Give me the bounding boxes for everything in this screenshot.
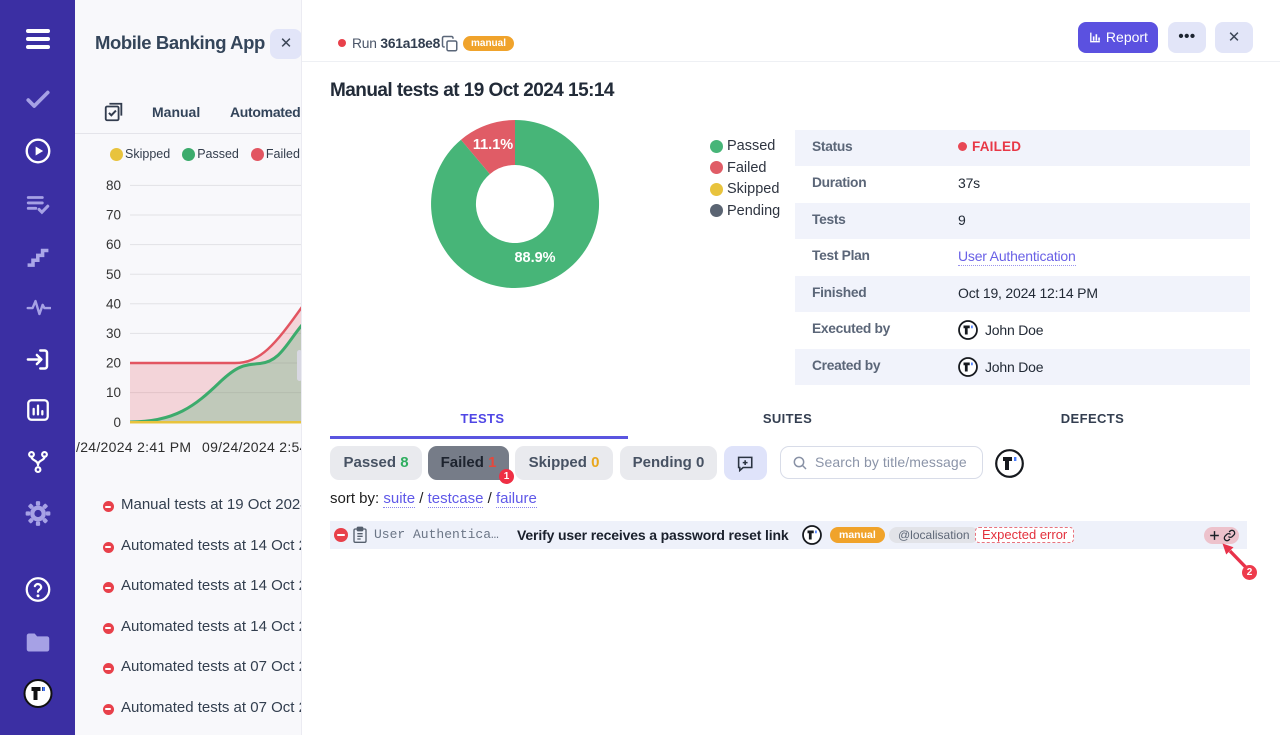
svg-text:20: 20 xyxy=(106,356,121,371)
svg-text:40: 40 xyxy=(106,296,121,311)
svg-text:11.1%: 11.1% xyxy=(473,137,513,153)
svg-text:0: 0 xyxy=(113,415,121,430)
svg-text:50: 50 xyxy=(106,267,121,282)
svg-text:60: 60 xyxy=(106,237,121,252)
svg-text:30: 30 xyxy=(106,326,121,341)
svg-text:88.9%: 88.9% xyxy=(514,250,555,266)
svg-text:70: 70 xyxy=(106,208,121,223)
svg-text:80: 80 xyxy=(106,178,121,193)
svg-text:10: 10 xyxy=(106,385,121,400)
